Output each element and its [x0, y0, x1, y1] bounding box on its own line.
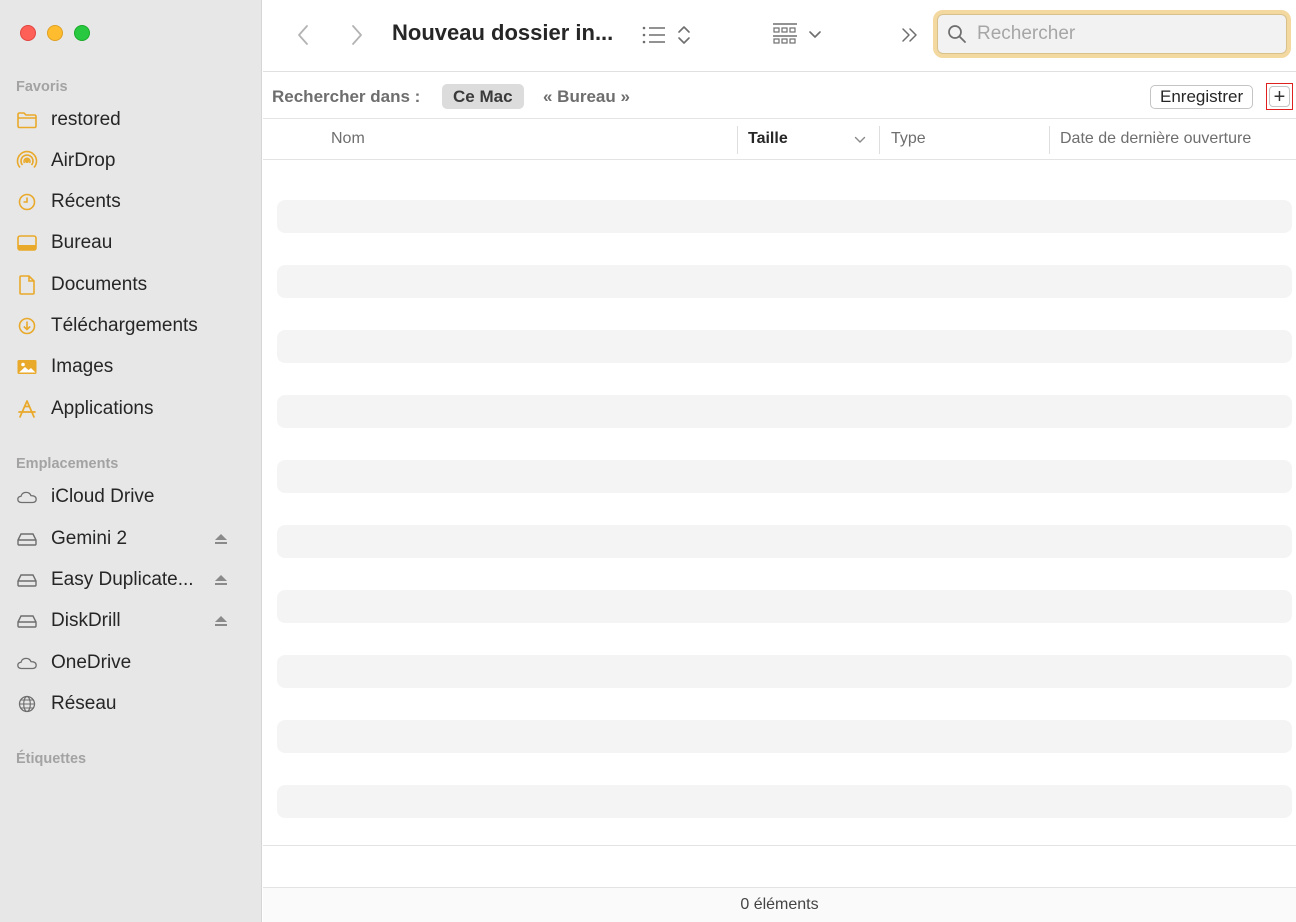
sort-chevron-down-icon[interactable] [854, 136, 866, 144]
drive-icon [16, 610, 38, 632]
search-icon [948, 25, 966, 43]
sidebar-item-downloads[interactable]: Téléchargements [16, 311, 246, 341]
desktop-icon [16, 232, 38, 254]
sidebar-item-airdrop[interactable]: AirDrop [16, 146, 246, 176]
sidebar-item-easy-duplicate[interactable]: Easy Duplicate... [16, 565, 246, 595]
sidebar-item-label: Easy Duplicate... [51, 569, 194, 590]
item-count: 0 éléments [740, 896, 819, 913]
grid-view-icon [773, 23, 821, 44]
scope-this-mac-button[interactable]: Ce Mac [442, 84, 524, 109]
sidebar-item-bureau[interactable]: Bureau [16, 228, 246, 258]
save-search-button[interactable]: Enregistrer [1150, 85, 1254, 109]
sidebar-item-label: restored [51, 109, 121, 130]
airdrop-icon [16, 150, 38, 172]
list-row-stripe [277, 395, 1292, 428]
document-icon [16, 274, 38, 296]
sidebar-item-icloud-drive[interactable]: iCloud Drive [16, 482, 246, 512]
plus-icon: + [1269, 86, 1290, 107]
window-controls [20, 25, 90, 41]
scope-label: Rechercher dans : [272, 87, 421, 106]
window-title: Nouveau dossier in... [392, 20, 614, 45]
search-field[interactable] [933, 10, 1291, 58]
view-list-button[interactable] [639, 20, 695, 50]
list-row-stripe [277, 590, 1292, 623]
list-view-icon [642, 26, 690, 44]
zoom-window-button[interactable] [74, 25, 90, 41]
sidebar-item-label: Bureau [51, 232, 113, 253]
sidebar: Favoris restored AirDrop Récents Bureau … [0, 0, 262, 922]
cloud-icon [16, 486, 38, 508]
back-button[interactable] [291, 20, 315, 50]
sidebar-item-label: iCloud Drive [51, 486, 155, 507]
double-chevron-right-icon [902, 28, 917, 42]
sidebar-item-label: Applications [51, 398, 154, 419]
sidebar-section-favorites: Favoris [16, 79, 68, 95]
status-bar: 0 éléments [263, 887, 1296, 922]
sidebar-item-label: Documents [51, 274, 148, 295]
minimize-window-button[interactable] [47, 25, 63, 41]
sidebar-section-locations: Emplacements [16, 456, 119, 472]
sidebar-item-recents[interactable]: Récents [16, 187, 246, 217]
chevron-left-icon [298, 25, 308, 45]
applications-icon [16, 398, 38, 420]
sidebar-item-restored[interactable]: restored [16, 105, 246, 135]
list-row-stripe [277, 525, 1292, 558]
eject-icon[interactable] [212, 612, 230, 630]
column-type[interactable]: Type [891, 130, 926, 148]
photo-icon [16, 356, 38, 378]
folder-icon [16, 109, 38, 131]
list-row-stripe [277, 265, 1292, 298]
column-last-opened[interactable]: Date de dernière ouverture [1060, 130, 1251, 148]
sidebar-item-label: Gemini 2 [51, 528, 128, 549]
column-header: Nom Taille Type Date de dernière ouvertu… [263, 120, 1296, 160]
close-window-button[interactable] [20, 25, 36, 41]
sidebar-item-label: Réseau [51, 693, 117, 714]
list-row-stripe [277, 720, 1292, 753]
list-row-stripe [277, 330, 1292, 363]
search-scope-bar: Rechercher dans : Ce Mac « Bureau » Enre… [263, 73, 1296, 119]
toolbar: Nouveau dossier in... [263, 0, 1296, 72]
download-icon [16, 315, 38, 337]
sidebar-item-gemini-2[interactable]: Gemini 2 [16, 524, 246, 554]
sidebar-item-onedrive[interactable]: OneDrive [16, 648, 246, 678]
sidebar-item-label: Récents [51, 191, 121, 212]
add-criteria-button[interactable]: + [1266, 83, 1293, 110]
sidebar-item-label: AirDrop [51, 150, 116, 171]
forward-button[interactable] [345, 20, 369, 50]
column-name[interactable]: Nom [331, 130, 365, 148]
cloud-icon [16, 652, 38, 674]
clock-icon [16, 191, 38, 213]
sidebar-item-label: DiskDrill [51, 610, 121, 631]
list-row-stripe [277, 460, 1292, 493]
drive-icon [16, 528, 38, 550]
sidebar-item-label: OneDrive [51, 652, 132, 673]
list-row-stripe [277, 200, 1292, 233]
eject-icon[interactable] [212, 530, 230, 548]
drive-icon [16, 569, 38, 591]
group-button[interactable] [771, 20, 829, 50]
sidebar-item-diskdrill[interactable]: DiskDrill [16, 606, 246, 636]
column-size[interactable]: Taille [748, 130, 788, 148]
sidebar-item-label: Images [51, 356, 114, 377]
chevron-right-icon [352, 25, 362, 45]
sidebar-item-documents[interactable]: Documents [16, 270, 246, 300]
sidebar-item-network[interactable]: Réseau [16, 689, 246, 719]
sidebar-section-tags: Étiquettes [16, 751, 87, 767]
list-row-stripe [277, 655, 1292, 688]
scope-desktop-button[interactable]: « Bureau » [543, 87, 630, 107]
sidebar-item-label: Téléchargements [51, 315, 198, 336]
network-icon [16, 693, 38, 715]
more-toolbar-button[interactable] [897, 22, 923, 48]
list-row-stripe [277, 785, 1292, 818]
sidebar-item-images[interactable]: Images [16, 352, 246, 382]
eject-icon[interactable] [212, 571, 230, 589]
sidebar-item-applications[interactable]: Applications [16, 394, 246, 424]
